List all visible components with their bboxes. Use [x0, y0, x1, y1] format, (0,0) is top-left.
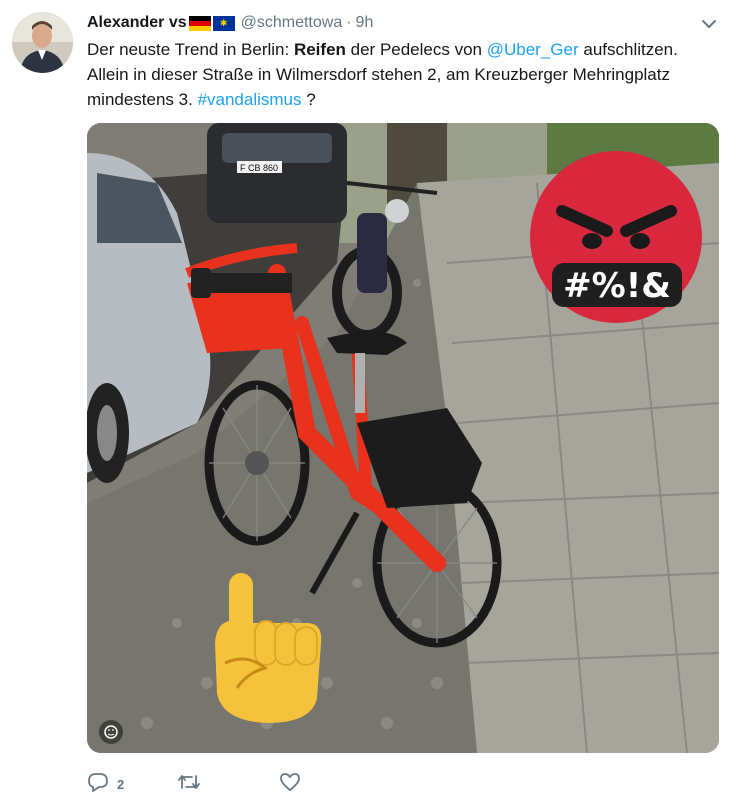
like-button[interactable] — [279, 772, 339, 797]
caret-down-icon[interactable] — [699, 14, 719, 34]
mention-link[interactable]: @Uber_Ger — [487, 40, 579, 59]
retweet-button[interactable] — [177, 772, 279, 797]
sticker-symbols: #%!& — [563, 266, 671, 306]
license-plate: F CB 860 — [240, 163, 278, 173]
hashtag-link[interactable]: #vandalismus — [198, 90, 302, 109]
flag-emojis: ✱ — [188, 15, 235, 31]
germany-flag-icon — [188, 15, 211, 31]
user-handle[interactable]: @schmettowa — [241, 14, 343, 32]
tweet[interactable]: Alexander vs ✱ @schmettowa · 9h Der neus… — [0, 0, 739, 797]
text-segment: ? — [301, 90, 316, 109]
like-icon — [279, 772, 301, 797]
reply-icon — [87, 772, 109, 797]
photo-scene: F CB 860 #%!& — [87, 123, 719, 753]
tweet-photo[interactable]: F CB 860 #%!& — [87, 123, 719, 753]
retweet-icon — [177, 772, 201, 797]
timestamp[interactable]: 9h — [356, 14, 374, 32]
avatar-image — [12, 12, 73, 73]
eu-flag-icon: ✱ — [212, 15, 235, 31]
emoji-icon[interactable] — [99, 720, 123, 744]
reply-button[interactable]: 2 — [87, 772, 177, 797]
tweet-text: Der neuste Trend in Berlin: Reifen der P… — [87, 37, 717, 112]
text-segment: der Pedelecs von — [345, 40, 487, 59]
text-bold: Reifen — [293, 40, 346, 59]
reply-count: 2 — [117, 776, 125, 792]
avatar[interactable] — [12, 12, 73, 73]
text-segment: Der neuste Trend in Berlin: — [87, 40, 294, 59]
display-name[interactable]: Alexander vs — [87, 14, 187, 32]
tweet-header: Alexander vs ✱ @schmettowa · 9h — [87, 12, 719, 34]
separator-dot: · — [346, 14, 352, 31]
tweet-actions: 2 — [87, 771, 339, 797]
angry-face-emoji: #%!& — [530, 151, 702, 323]
